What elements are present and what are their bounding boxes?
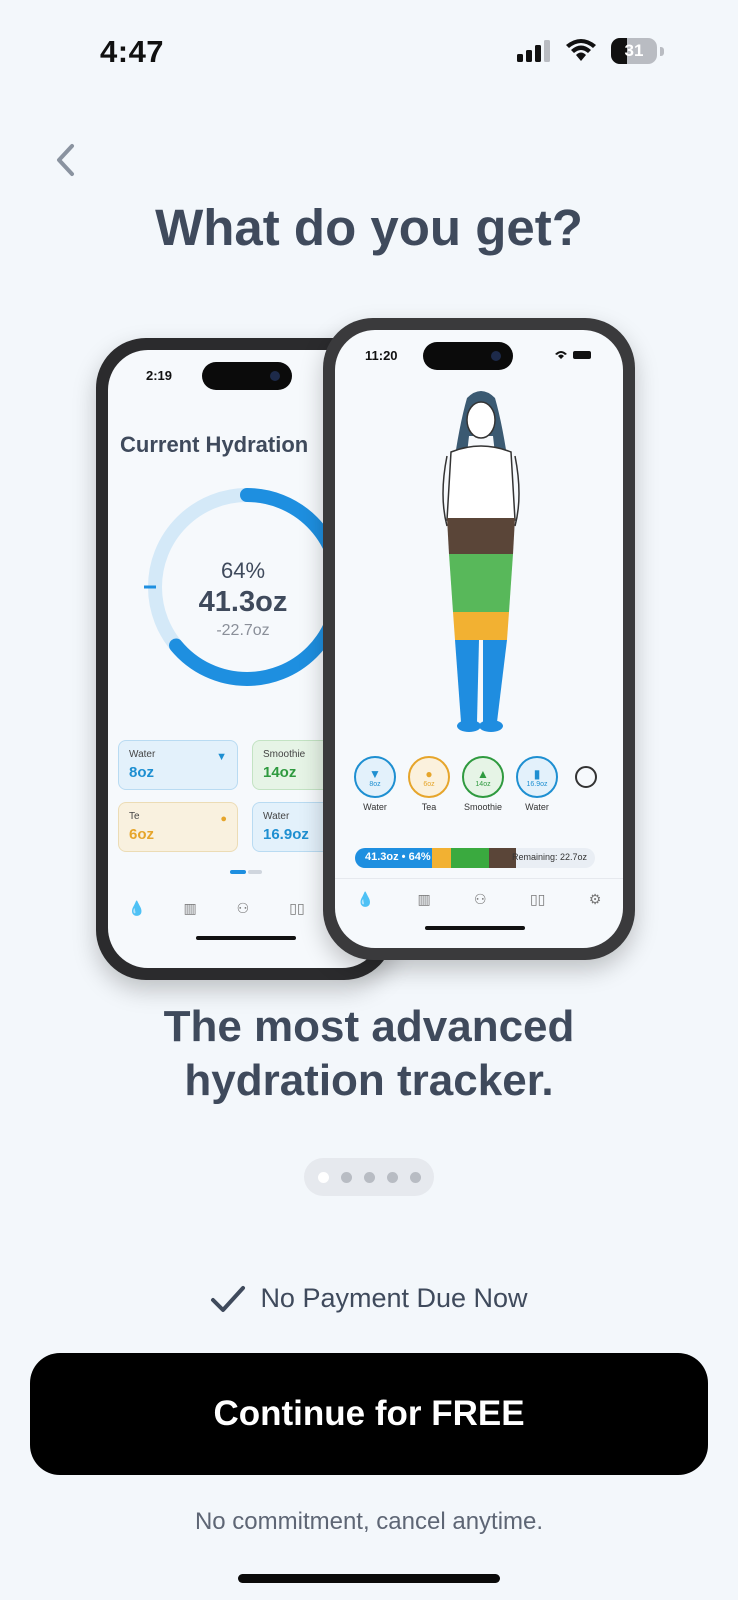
bottle-icon: ▮ xyxy=(533,766,541,781)
drink-card-name: Te xyxy=(129,811,140,822)
page-indicator[interactable] xyxy=(304,1158,434,1196)
page-title: What do you get? xyxy=(155,199,583,256)
book-icon: ▯▯ xyxy=(529,890,546,907)
hydration-remaining: -22.7oz xyxy=(216,622,270,639)
preview-home-indicator xyxy=(196,936,296,940)
progress-segment-smoothie xyxy=(450,848,490,868)
status-time: 4:47 xyxy=(100,34,165,69)
carousel-indicator xyxy=(248,870,262,874)
remaining-label: Remaining: 22.7oz xyxy=(511,852,587,862)
no-payment-text: No Payment Due Now xyxy=(260,1283,528,1313)
page-dot[interactable] xyxy=(363,1171,375,1183)
blender-icon: ▲ xyxy=(477,766,489,781)
drink-shortcut-name: Water xyxy=(525,802,549,812)
continue-free-button[interactable]: Continue for FREE xyxy=(30,1353,708,1475)
drink-shortcut-name: Water xyxy=(363,802,387,812)
preview-status-icons xyxy=(555,351,591,359)
drink-card-amount: 6oz xyxy=(129,826,155,843)
preview-time: 2:19 xyxy=(146,368,173,383)
tagline-line-1: The most advanced xyxy=(163,1002,575,1051)
drop-icon: 💧 xyxy=(128,899,146,916)
cellular-signal-icon xyxy=(517,40,550,62)
drink-card-amount: 8oz xyxy=(129,764,155,781)
home-indicator xyxy=(238,1574,500,1583)
carousel-indicator-active xyxy=(230,870,246,874)
dynamic-island xyxy=(202,362,292,390)
tagline: The most advanced hydration tracker. xyxy=(0,1000,738,1108)
cup-icon: ▼ xyxy=(369,766,381,781)
preview-home-indicator xyxy=(425,926,525,930)
drink-card: Te 6oz ● xyxy=(118,802,238,852)
drink-shortcut: ● 6oz Tea xyxy=(407,756,451,812)
page-dot[interactable] xyxy=(317,1171,329,1183)
stats-icon: ▥ xyxy=(417,890,431,907)
battery-icon: 31 xyxy=(611,38,657,64)
list-menu-icon xyxy=(575,766,597,788)
book-icon: ▯▯ xyxy=(289,899,305,916)
checkmark-icon xyxy=(211,1285,246,1312)
drink-shortcut-name: Tea xyxy=(421,802,437,812)
drink-shortcut-name: Smoothie xyxy=(463,802,503,812)
drink-shortcut-amount: 16.9oz xyxy=(526,780,548,788)
drop-icon: 💧 xyxy=(356,890,375,907)
page-dot[interactable] xyxy=(340,1171,352,1183)
battery-level: 31 xyxy=(624,41,644,60)
drink-card-name: Water xyxy=(129,749,156,760)
drink-shortcut-amount: 14oz xyxy=(475,780,491,788)
stats-icon: ▥ xyxy=(183,899,197,916)
drink-shortcut-amount: 8oz xyxy=(369,780,381,788)
back-button[interactable] xyxy=(50,140,84,180)
drink-shortcut: ▲ 14oz Smoothie xyxy=(461,756,505,812)
battery-tip xyxy=(660,46,664,56)
tagline-line-2: hydration tracker. xyxy=(184,1056,554,1105)
drink-shortcut-amount: 6oz xyxy=(423,780,435,788)
dynamic-island xyxy=(423,342,513,370)
hydration-amount: 41.3oz xyxy=(198,586,288,618)
gear-icon: ⚙ xyxy=(588,890,602,907)
drink-shortcut: ▮ 16.9oz Water xyxy=(515,756,559,812)
no-payment-notice: No Payment Due Now xyxy=(0,1283,738,1314)
page-dot[interactable] xyxy=(386,1171,398,1183)
preview-tab-bar: 💧 ▥ ⚇ ▯▯ ⚙ xyxy=(335,878,623,919)
app-preview-front: 11:20 ▼ 8oz Water ● 6oz Tea ▲ 14oz Smoot… xyxy=(323,318,635,960)
status-icons: 31 xyxy=(517,38,664,64)
progress-segment-tea xyxy=(431,848,451,868)
daily-progress-bar: 41.3oz • 64% Remaining: 22.7oz xyxy=(355,848,595,868)
progress-label: 41.3oz • 64% xyxy=(365,851,431,863)
drink-shortcut: ▼ 8oz Water xyxy=(353,756,397,812)
preview-title: Current Hydration xyxy=(120,432,309,457)
fine-print: No commitment, cancel anytime. xyxy=(194,1508,544,1535)
teapot-icon: ● xyxy=(425,766,433,781)
hydration-percent: 64% xyxy=(220,558,266,583)
people-icon: ⚇ xyxy=(236,899,250,916)
preview-time: 11:20 xyxy=(365,348,398,363)
teapot-icon: ● xyxy=(220,813,227,825)
people-icon: ⚇ xyxy=(474,890,487,907)
body-figure-illustration xyxy=(442,391,520,732)
cup-icon: ▼ xyxy=(216,751,227,763)
chevron-left-icon xyxy=(57,144,74,176)
wifi-icon xyxy=(566,39,596,61)
page-dot[interactable] xyxy=(409,1171,421,1183)
drink-card: Water 8oz ▼ xyxy=(118,740,238,790)
